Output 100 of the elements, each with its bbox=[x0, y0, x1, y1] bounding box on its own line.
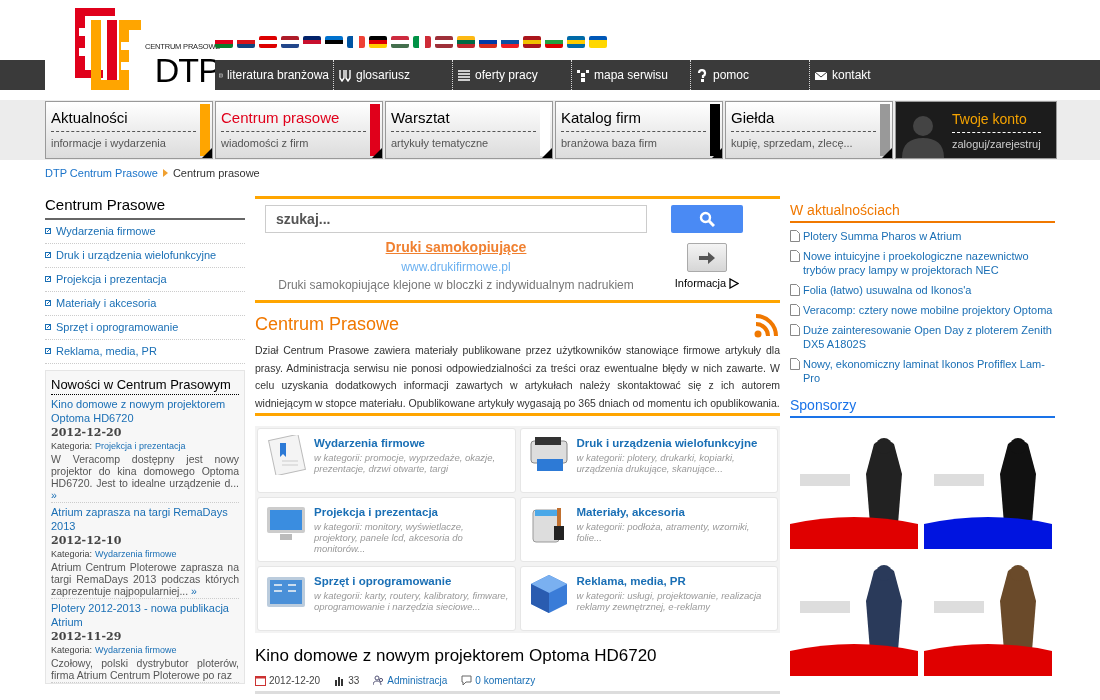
external-link-icon bbox=[45, 300, 51, 306]
ad-choices-icon bbox=[729, 277, 740, 289]
news-title-link[interactable]: Kino domowe z nowym projektorem Optoma HD6720 bbox=[51, 397, 239, 425]
sidebar-link[interactable]: Wydarzenia firmowe bbox=[45, 219, 245, 244]
news-link[interactable]: Nowy, ekonomiczny laminat Ikonos Profiflex Lam-Pro bbox=[790, 357, 1055, 385]
flag-icon bbox=[435, 36, 453, 48]
breadcrumb-separator-icon bbox=[162, 169, 168, 177]
category-card[interactable]: Druk i urządzenia wielofunkcyjne w kategorii: plotery, drukarki, kopiarki, urządzenia drukujące, skanujące... bbox=[519, 428, 778, 493]
category-label: Kategoria: bbox=[51, 548, 93, 561]
rss-icon bbox=[754, 312, 780, 338]
ad-description: Druki samokopiujące klejone w bloczki z indywidualnym nadrukiem bbox=[278, 277, 634, 294]
sidebar-link[interactable]: Druk i urządzenia wielofunkcyjne bbox=[45, 243, 245, 268]
article-date: 2012-12-20 bbox=[269, 673, 321, 688]
sidebar-heading: Sponsorzy bbox=[790, 395, 1055, 418]
news-date: 2012-12-20 bbox=[51, 425, 123, 440]
nav-link[interactable]: oferty pracy bbox=[453, 60, 572, 90]
read-more-link[interactable]: » bbox=[51, 489, 57, 501]
flag-icon bbox=[369, 36, 387, 48]
help-icon bbox=[695, 68, 709, 82]
breadcrumb-link[interactable]: DTP Centrum Prasowe bbox=[45, 164, 158, 182]
arrow-right-icon bbox=[699, 251, 715, 264]
section-heading: Centrum Prasowe bbox=[255, 313, 400, 336]
news-title-link[interactable]: Atrium zaprasza na targi RemaDays 2013 bbox=[51, 505, 239, 533]
comment-icon bbox=[461, 674, 473, 686]
news-link[interactable]: Nowe intuicyjne i proekologiczne nazewnictwo trybów pracy lampy w projektorach NEC bbox=[790, 249, 1055, 277]
nav-link[interactable]: literatura branżowa bbox=[215, 60, 334, 90]
comments-link[interactable]: 0 komentarzy bbox=[475, 672, 536, 688]
news-date: 2012-12-10 bbox=[51, 533, 123, 548]
author-link[interactable]: Administracja bbox=[387, 672, 448, 688]
document-icon bbox=[790, 250, 800, 262]
read-more-link[interactable]: » bbox=[191, 585, 197, 597]
ad-info-link[interactable]: Informacja bbox=[674, 275, 740, 292]
category-link[interactable]: Projekcja i prezentacja bbox=[95, 440, 186, 453]
external-link-icon bbox=[45, 252, 51, 258]
nav-link[interactable]: pomoc bbox=[691, 60, 810, 90]
pencils-icon bbox=[338, 68, 352, 82]
intro-paragraph: Dział Centrum Prasowe zawiera materiały publikowane przez użytkowników stanowiące firmowe artykuły dla prasy. Administracja serwisu nie ponosi odpowiedzialności za treści oraz ewentualne błędy w nich zawarte. W celu uzyskania dodatkowych informacji zawartych w artykułach należy skontaktować się z ich autorem widniejącym w stopce materiału. Opublikowane artykuły wygasają po 365 dniach od momentu ich opublikowania. bbox=[255, 342, 780, 416]
nav-link[interactable]: kontakt bbox=[810, 60, 929, 90]
flag-icon bbox=[523, 36, 541, 48]
news-title-link[interactable]: Plotery 2012-2013 - nowa publikacja Atrium bbox=[51, 601, 239, 629]
document-icon bbox=[790, 284, 800, 296]
account-tab[interactable]: Twoje konto zaloguj/zarejestruj bbox=[895, 101, 1057, 159]
menu-tab[interactable]: Giełda kupię, sprzedam, zlecę... bbox=[725, 101, 893, 159]
news-excerpt: Atrium Centrum Ploterowe zaprasza na targi RemaDays 2013 podczas których zaprezentuje najpopularniej... » bbox=[51, 561, 239, 597]
category-link[interactable]: Wydarzenia firmowe bbox=[95, 548, 177, 561]
external-link-icon bbox=[45, 324, 51, 330]
menu-tab[interactable]: Katalog firm branżowa baza firm bbox=[555, 101, 723, 159]
sidebar-link[interactable]: Reklama, media, PR bbox=[45, 339, 245, 364]
calendar-icon bbox=[255, 674, 266, 686]
users-icon bbox=[373, 674, 385, 686]
menu-tab[interactable]: Aktualności informacje i wydarzenia bbox=[45, 101, 213, 159]
article-views: 33 bbox=[348, 673, 360, 688]
news-panel-heading: Nowości w Centrum Prasowym bbox=[51, 374, 239, 395]
sidebar-heading: Centrum Prasowe bbox=[45, 194, 245, 220]
news-excerpt: Czołowy, polski dystrybutor ploterów, firma Atrium Centrum Ploterowe po raz bbox=[51, 657, 239, 681]
category-card[interactable]: Projekcja i prezentacja w kategorii: monitory, wyświetlacze, projektory, panele lcd, akcesoria do monitorów... bbox=[257, 497, 516, 562]
category-card[interactable]: Materiały, akcesoria w kategorii: podłoża, atramenty, wzorniki, folie... bbox=[519, 497, 778, 562]
external-link-icon bbox=[45, 348, 51, 354]
nav-link[interactable]: mapa serwisu bbox=[572, 60, 691, 90]
search-field[interactable]: szukaj... bbox=[265, 205, 647, 233]
news-link[interactable]: Plotery Summa Pharos w Atrium bbox=[790, 229, 1055, 243]
document-icon bbox=[790, 324, 800, 336]
flag-icon bbox=[567, 36, 585, 48]
sidebar-heading: W aktualnościach bbox=[790, 200, 1055, 223]
flag-icon bbox=[391, 36, 409, 48]
flag-icon bbox=[589, 36, 607, 48]
sidebar-link[interactable]: Sprzęt i oprogramowanie bbox=[45, 315, 245, 340]
category-card[interactable]: Wydarzenia firmowe w kategorii: promocje, wyprzedaże, okazje, prezentacje, drzwi otwarte, targi bbox=[257, 428, 516, 493]
category-card[interactable]: Reklama, media, PR w kategorii: usługi, projektowanie, realizacja reklamy zewnętrznej, e-reklamy bbox=[519, 566, 778, 631]
sidebar-link[interactable]: Materiały i akcesoria bbox=[45, 291, 245, 316]
flag-icon bbox=[347, 36, 365, 48]
list-icon bbox=[457, 68, 471, 82]
sidebar-link[interactable]: Projekcja i prezentacja bbox=[45, 267, 245, 292]
flag-icon bbox=[259, 36, 277, 48]
news-date: 2012-11-29 bbox=[51, 629, 123, 644]
news-excerpt: W Veracomp dostępny jest nowy projektor do kina domowego Optoma HD6720. Jest to idealne urządzenie d... » bbox=[51, 453, 239, 501]
go-button[interactable] bbox=[687, 243, 727, 272]
external-link-icon bbox=[45, 228, 51, 234]
sitemap-icon bbox=[576, 68, 590, 82]
news-link[interactable]: Veracomp: cztery nowe mobilne projektory Optoma bbox=[790, 303, 1055, 317]
logo-icon bbox=[75, 8, 141, 90]
category-link[interactable]: Wydarzenia firmowe bbox=[95, 644, 177, 657]
flag-icon bbox=[457, 36, 475, 48]
flag-icon bbox=[281, 36, 299, 48]
document-icon bbox=[790, 304, 800, 316]
news-link[interactable]: Duże zainteresowanie Open Day z ploterem Zenith DX5 A1802S bbox=[790, 323, 1055, 351]
flag-icon bbox=[413, 36, 431, 48]
nav-link[interactable]: glosariusz bbox=[334, 60, 453, 90]
menu-tab[interactable]: Warsztat artykuły tematyczne bbox=[385, 101, 553, 159]
category-label: Kategoria: bbox=[51, 440, 93, 453]
search-icon bbox=[699, 211, 715, 227]
article-title: Kino domowe z nowym projektorem Optoma HD6720 bbox=[255, 645, 658, 667]
nav-bar-background bbox=[0, 60, 45, 90]
category-card[interactable]: Sprzęt i oprogramowanie w kategorii: karty, routery, kalibratory, fimware, oprogramowanie i narzędzia sieciowe... bbox=[257, 566, 516, 631]
search-button[interactable] bbox=[671, 205, 743, 233]
external-link-icon bbox=[45, 276, 51, 282]
document-icon bbox=[790, 230, 800, 242]
menu-tab[interactable]: Centrum prasowe wiadomości z firm bbox=[215, 101, 383, 159]
document-icon bbox=[790, 358, 800, 370]
news-link[interactable]: Folia (łatwo) usuwalna od Ikonos'a bbox=[790, 283, 1055, 297]
